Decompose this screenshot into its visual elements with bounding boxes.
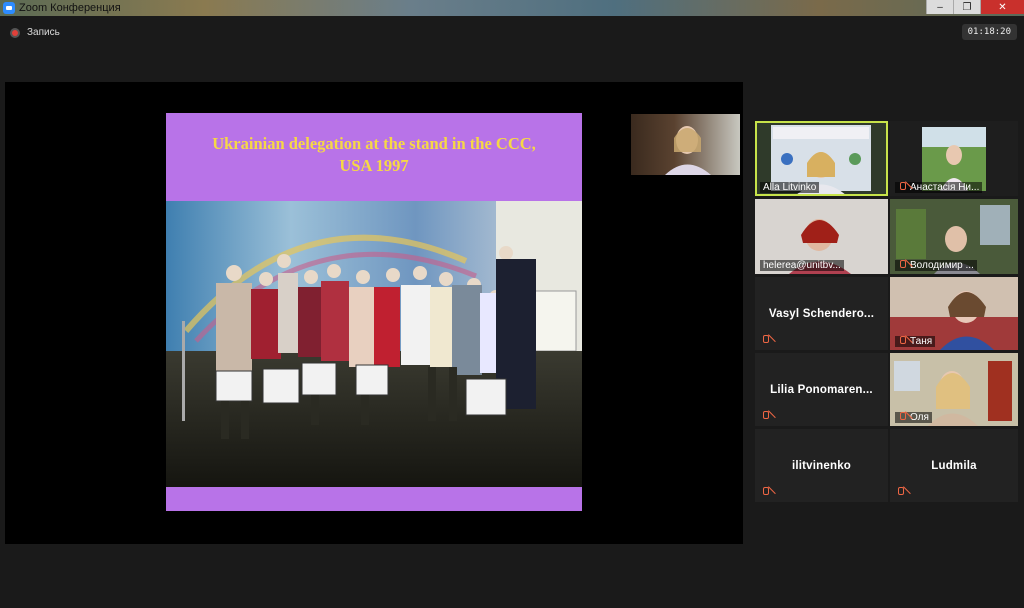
participant-name: Lilia Ponomaren... [770,383,873,396]
record-icon [10,27,20,38]
mic-muted-icon [761,487,769,496]
participant-name: Оля [895,412,932,423]
mic-muted-icon [761,411,769,420]
mic-muted-icon [761,335,769,344]
presentation-slide: Ukrainian delegation at the stand in the… [166,113,582,511]
slide-title-line-1: Ukrainian delegation at the stand in the… [212,134,536,153]
participant-name: ilitvinenko [791,459,852,472]
delegation-photo [166,201,582,487]
slide-title: Ukrainian delegation at the stand in the… [166,133,582,177]
meeting-topbar: Запись 01:18:20 [0,16,1024,52]
recording-label: Запись [27,27,60,38]
participant-tile-tanya[interactable]: Таня [890,277,1018,350]
participant-tile-helerea[interactable]: helerea@unitbv... [755,199,888,274]
participant-tile-anastasia[interactable]: Анастасія Ни... [890,121,1018,196]
recording-indicator[interactable]: Запись [10,27,60,38]
participant-name: helerea@unitbv... [760,260,844,271]
participant-name: Alla Litvinko [760,182,820,193]
mic-muted-icon [898,260,906,269]
mic-muted-icon [898,182,906,191]
self-view-tile[interactable] [631,114,740,175]
participant-tile-lilia[interactable]: Lilia Ponomaren... [755,353,888,426]
participant-tile-olya[interactable]: Оля [890,353,1018,426]
mic-muted-icon [898,412,906,421]
participant-tile-alla-litvinko[interactable]: Alla Litvinko [755,121,888,196]
participant-name: Анастасія Ни... [895,182,983,193]
participant-tile-ilitvinenko[interactable]: ilitvinenko [755,429,888,502]
mic-muted-icon [896,487,904,496]
mic-muted-icon [898,336,906,345]
slide-title-line-2: USA 1997 [339,156,409,175]
participant-name: Таня [895,336,936,347]
participant-tile-ludmila[interactable]: Ludmila [890,429,1018,502]
window-titlebar: Zoom Конференция – ❐ ✕ [0,0,1024,16]
window-controls: – ❐ ✕ [926,0,1024,14]
participant-name: Володимир ... [895,260,977,271]
close-icon[interactable]: ✕ [980,0,1024,14]
maximize-icon[interactable]: ❐ [953,0,980,14]
participant-tile-volodymyr[interactable]: Володимир ... [890,199,1018,274]
window-title: Zoom Конференция [19,2,121,14]
participant-name: Vasyl Schendero... [768,307,875,320]
meeting-timer: 01:18:20 [961,24,1017,40]
minimize-icon[interactable]: – [926,0,953,14]
participant-tile-vasyl[interactable]: Vasyl Schendero... [755,277,888,350]
zoom-app-icon [3,2,15,14]
webcam-feed [665,126,711,175]
